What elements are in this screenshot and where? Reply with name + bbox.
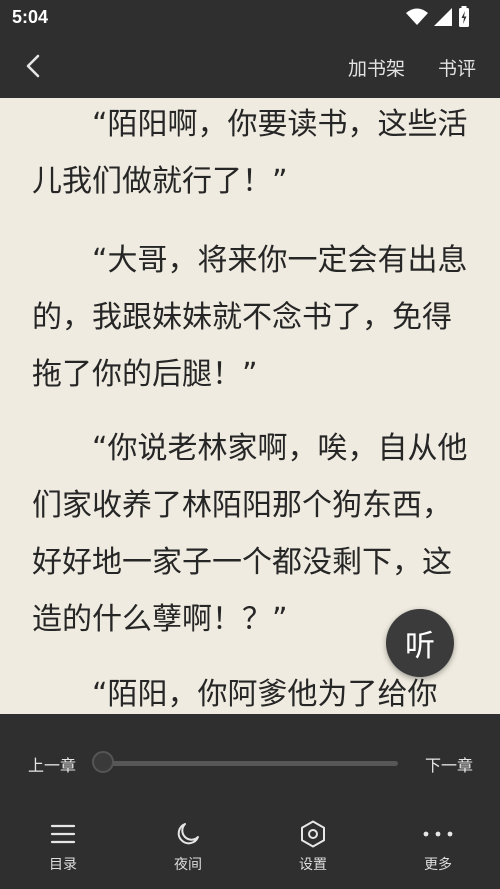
nav-more[interactable]: 更多 — [398, 818, 478, 874]
text-paragraph: “大哥，将来你一定会有出息的，我跟妹妹就不念书了，免得拖了你的后腿！” — [32, 243, 468, 392]
back-arrow-icon — [26, 54, 40, 78]
nav-night-label: 夜间 — [174, 857, 202, 873]
nav-toc-label: 目录 — [49, 857, 77, 873]
nav-more-label: 更多 — [424, 857, 452, 873]
nav-toc[interactable]: 目录 — [23, 818, 103, 874]
nav-settings-label: 设置 — [299, 857, 327, 873]
reader-top-bar: 加书架 书评 — [0, 34, 500, 98]
settings-icon — [301, 820, 325, 848]
next-chapter-button[interactable]: 下一章 — [425, 752, 473, 776]
wifi-icon — [406, 8, 428, 25]
reader-control-panel: 上一章 下一章 目录 夜间 设置 更多 — [0, 714, 500, 889]
status-time: 5:04 — [12, 7, 49, 27]
more-icon — [423, 831, 453, 837]
text-paragraph: “陌阳啊，你要读书，这些活儿我们做就行了！” — [32, 107, 468, 199]
slider-thumb[interactable] — [92, 751, 114, 773]
battery-charging-icon — [459, 6, 469, 27]
nav-settings[interactable]: 设置 — [273, 818, 353, 874]
add-to-bookshelf-button[interactable]: 加书架 — [348, 54, 405, 81]
menu-icon — [50, 824, 76, 844]
listen-button[interactable]: 听 — [386, 609, 454, 677]
nav-night-mode[interactable]: 夜间 — [148, 818, 228, 874]
signal-icon — [434, 8, 452, 26]
status-icons — [406, 6, 470, 28]
prev-chapter-button[interactable]: 上一章 — [28, 752, 76, 776]
moon-icon — [177, 823, 199, 845]
chapter-progress-slider[interactable] — [103, 761, 398, 766]
back-button[interactable] — [18, 50, 50, 82]
book-review-button[interactable]: 书评 — [438, 54, 476, 81]
status-bar: 5:04 — [0, 0, 500, 34]
